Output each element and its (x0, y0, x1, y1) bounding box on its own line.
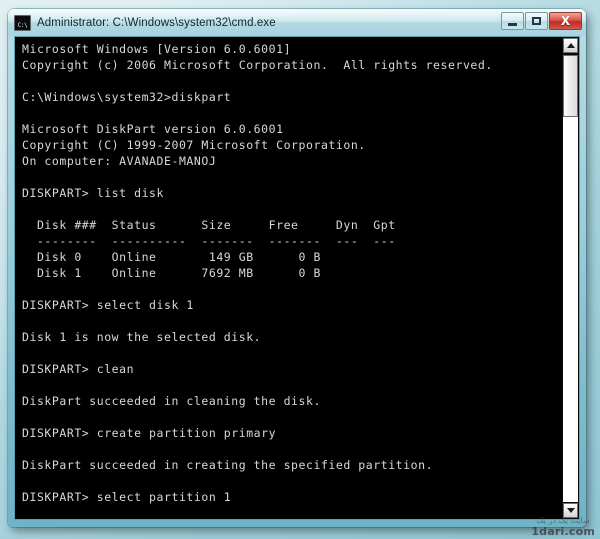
console-line: Microsoft Windows [Version 6.0.6001] (22, 42, 292, 56)
minimize-icon (508, 22, 517, 26)
console-output[interactable]: Microsoft Windows [Version 6.0.6001] Copy… (15, 37, 561, 519)
console-line: Disk 1 is now the selected disk. (22, 330, 262, 344)
window-title: Administrator: C:\Windows\system32\cmd.e… (37, 16, 276, 29)
chevron-up-icon (566, 43, 575, 48)
scrollbar-track[interactable] (563, 117, 578, 502)
console-line: DISKPART> create partition primary (22, 426, 277, 440)
console-line: Disk 1 Online 7692 MB 0 B (22, 266, 321, 280)
scrollbar-thumb[interactable] (563, 55, 578, 117)
console-line: DiskPart succeeded in cleaning the disk. (22, 394, 321, 408)
minimize-button[interactable] (501, 12, 524, 30)
console-scrollbar[interactable] (561, 37, 579, 519)
console-line: Disk ### Status Size Free Dyn Gpt (22, 218, 396, 232)
console-line: DISKPART> select partition 1 (22, 490, 232, 504)
window-titlebar[interactable]: C:\ Administrator: C:\Windows\system32\c… (8, 9, 586, 36)
console-line: On computer: AVANADE-MANOJ (22, 154, 217, 168)
maximize-icon (532, 17, 541, 25)
console-line: DISKPART> list disk (22, 186, 164, 200)
scroll-up-button[interactable] (563, 38, 578, 53)
close-button[interactable]: X (549, 12, 582, 30)
cmd-icon-label: C:\ (17, 21, 28, 29)
console-line: Copyright (C) 1999-2007 Microsoft Corpor… (22, 138, 366, 152)
maximize-button[interactable] (525, 12, 548, 30)
command-prompt-window: C:\ Administrator: C:\Windows\system32\c… (8, 9, 586, 527)
console-line: Microsoft DiskPart version 6.0.6001 (22, 122, 284, 136)
console-line: C:\Windows\system32>diskpart (22, 90, 232, 104)
console-line: DiskPart succeeded in creating the speci… (22, 458, 434, 472)
console-area: Microsoft Windows [Version 6.0.6001] Copy… (14, 36, 580, 520)
cmd-console-icon: C:\ (14, 14, 31, 31)
console-line: DISKPART> clean (22, 362, 135, 376)
console-line: Disk 0 Online 149 GB 0 B (22, 250, 321, 264)
scroll-down-button[interactable] (563, 503, 578, 518)
window-controls: X (501, 12, 582, 30)
console-line: Copyright (c) 2006 Microsoft Corporation… (22, 58, 493, 72)
console-line: -------- ---------- ------- ------- --- … (22, 234, 396, 248)
close-icon: X (560, 14, 571, 28)
chevron-down-icon (566, 508, 575, 513)
console-line: DISKPART> select disk 1 (22, 298, 194, 312)
